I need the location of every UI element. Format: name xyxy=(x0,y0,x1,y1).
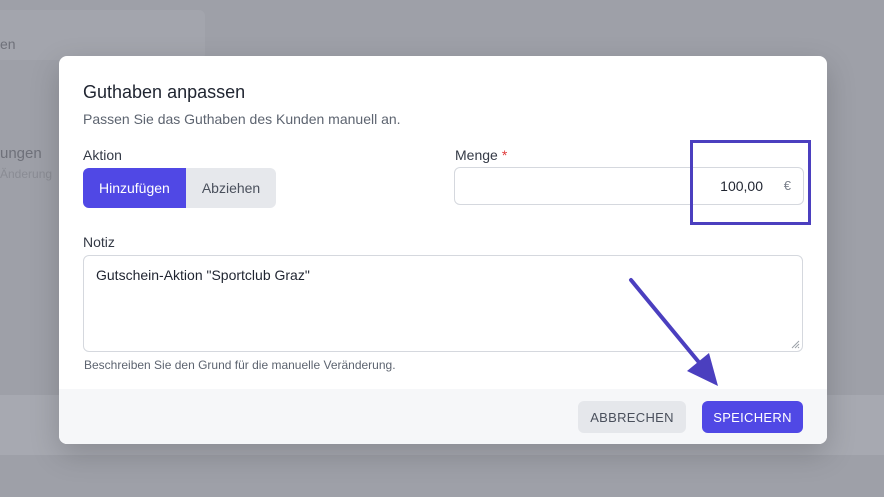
annotation-highlight-box xyxy=(690,140,811,225)
dialog-footer: ABBRECHEN SPEICHERN xyxy=(59,389,827,444)
note-textarea[interactable]: Gutschein-Aktion "Sportclub Graz" xyxy=(83,255,803,352)
action-label: Aktion xyxy=(83,147,122,163)
background-text: en xyxy=(0,36,16,52)
required-mark: * xyxy=(501,147,508,163)
amount-label: Menge * xyxy=(455,147,507,163)
background-heading: ungen xyxy=(0,145,42,162)
subtract-button[interactable]: Abziehen xyxy=(185,168,277,208)
background-subtext: Änderung xyxy=(0,167,53,181)
dialog-title: Guthaben anpassen xyxy=(83,82,246,102)
note-label: Notiz xyxy=(83,234,115,250)
resize-grip-icon[interactable] xyxy=(790,339,800,349)
cancel-button[interactable]: ABBRECHEN xyxy=(578,401,686,433)
save-button[interactable]: SPEICHERN xyxy=(702,401,803,433)
amount-label-text: Menge xyxy=(455,147,498,163)
action-toggle: Hinzufügen Abziehen xyxy=(83,168,277,208)
note-hint: Beschreiben Sie den Grund für die manuel… xyxy=(84,358,396,372)
background-card xyxy=(0,10,205,60)
add-button[interactable]: Hinzufügen xyxy=(83,168,186,208)
adjust-balance-dialog: Guthaben anpassen Passen Sie das Guthabe… xyxy=(59,56,827,444)
dialog-subtitle: Passen Sie das Guthaben des Kunden manue… xyxy=(83,111,401,127)
note-value: Gutschein-Aktion "Sportclub Graz" xyxy=(96,267,310,283)
